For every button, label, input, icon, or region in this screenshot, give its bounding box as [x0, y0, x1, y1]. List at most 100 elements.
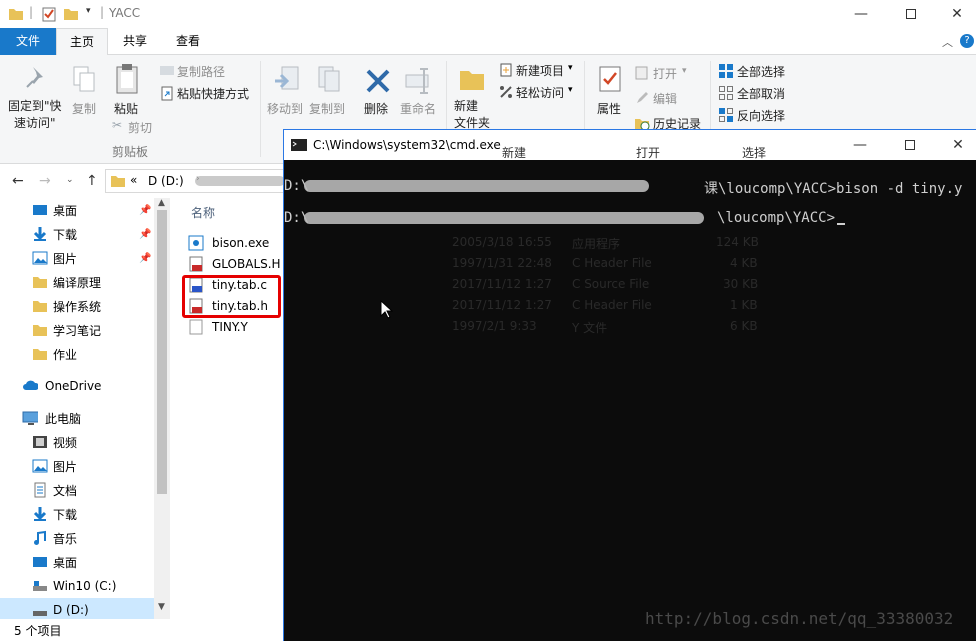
scroll-down-icon[interactable]: ▼: [158, 602, 165, 612]
help-icon[interactable]: ?: [960, 34, 974, 48]
column-header-name[interactable]: 名称: [191, 204, 215, 221]
copy-path-label: 复制路径: [177, 65, 226, 79]
move-to-icon: [275, 66, 299, 90]
c-header-file-icon: [189, 256, 203, 271]
paste-shortcut-button[interactable]: 粘贴快捷方式: [158, 84, 258, 102]
nav-item-downloads-quick[interactable]: 下载 📌: [0, 222, 154, 246]
address-drive-segment[interactable]: D (D:): [148, 174, 184, 188]
nav-item-onedrive[interactable]: OneDrive: [0, 374, 154, 398]
nav-item-folder-notes[interactable]: 学习笔记: [0, 318, 154, 342]
open-icon: [635, 66, 648, 80]
ghost-file-type: 应用程序: [572, 237, 621, 251]
copy-label: 复制: [72, 102, 97, 116]
navigation-pane: 桌面 📌 下载 📌 图片 📌 编译原理 操作系统 学习笔记 作业 OneDriv…: [0, 198, 170, 622]
ghost-file-date: 1997/2/1 9:33: [452, 319, 537, 333]
qat-separator: |: [29, 5, 34, 19]
nav-item-folder-homework[interactable]: 作业: [0, 342, 154, 366]
open-button[interactable]: 打开 ▾: [634, 64, 694, 82]
new-folder-qat-icon[interactable]: [63, 6, 79, 22]
delete-button[interactable]: 删除: [360, 65, 396, 125]
ghost-file-date: 2005/3/18 16:55: [452, 235, 552, 249]
rename-button[interactable]: 重命名: [400, 65, 440, 125]
cmd-title-bar[interactable]: C:\Windows\system32\cmd.exe — ✕: [284, 130, 976, 160]
select-all-button[interactable]: 全部选择: [718, 62, 798, 80]
properties-check-icon[interactable]: [41, 6, 57, 22]
invert-selection-button[interactable]: 反向选择: [718, 106, 798, 124]
folder-icon: [111, 176, 125, 187]
cmd-maximize-button[interactable]: [887, 130, 933, 160]
move-to-button[interactable]: 移动到: [266, 65, 306, 125]
explorer-title-bar: | ▾ | YACC — ✕: [0, 0, 976, 28]
tab-view[interactable]: 查看: [162, 28, 214, 55]
nav-item-documents[interactable]: 文档: [0, 478, 154, 502]
new-item-button[interactable]: 新建项目 ▾: [496, 61, 576, 79]
select-all-label: 全部选择: [737, 65, 786, 79]
nav-item-folder-compiler[interactable]: 编译原理: [0, 270, 154, 294]
back-arrow-icon[interactable]: ←: [12, 173, 24, 189]
up-arrow-icon[interactable]: ↑: [86, 173, 98, 189]
qat-dropdown-icon[interactable]: ▾: [86, 6, 91, 16]
nav-item-pictures[interactable]: 图片: [0, 454, 154, 478]
cmd-minimize-button[interactable]: —: [837, 130, 883, 160]
tab-home[interactable]: 主页: [56, 28, 108, 56]
nav-item-videos[interactable]: 视频: [0, 430, 154, 454]
copy-to-button[interactable]: 复制到: [307, 65, 349, 125]
redacted-path: [195, 176, 285, 186]
nav-label: 桌面: [53, 203, 78, 218]
ghost-file-date: 1997/1/31 22:48: [452, 256, 552, 270]
pin-quick-access-button[interactable]: 固定到"快 速访问": [6, 65, 64, 135]
cmd-close-button[interactable]: ✕: [935, 130, 976, 160]
collapse-ribbon-icon[interactable]: ︿: [942, 34, 953, 50]
nav-scrollbar-thumb[interactable]: [157, 210, 167, 494]
tab-file[interactable]: 文件: [0, 28, 56, 55]
cut-button[interactable]: ✂ 剪切: [108, 118, 168, 136]
new-folder-button[interactable]: 新建 文件夹: [452, 63, 496, 133]
nav-item-this-pc[interactable]: 此电脑: [0, 406, 154, 430]
ghost-file-size: 124 KB: [716, 235, 759, 249]
properties-icon: [599, 66, 621, 92]
download-icon: [33, 507, 47, 521]
nav-item-drive-c[interactable]: Win10 (C:): [0, 574, 154, 598]
edit-button[interactable]: 编辑: [634, 89, 694, 107]
file-row[interactable]: GLOBALS.H: [188, 253, 281, 274]
recent-dropdown-icon[interactable]: ⌄: [66, 175, 74, 185]
nav-label: OneDrive: [45, 379, 102, 393]
folder-icon: [33, 349, 47, 360]
select-none-button[interactable]: 全部取消: [718, 84, 798, 102]
nav-label: 操作系统: [53, 299, 102, 314]
ghost-group-select: 选择: [742, 146, 767, 160]
copy-path-button[interactable]: 复制路径: [158, 62, 258, 80]
copy-button[interactable]: 复制: [68, 65, 102, 125]
new-item-icon: [500, 63, 512, 77]
properties-button[interactable]: 属性: [592, 63, 628, 133]
address-overflow-chevron[interactable]: «: [130, 173, 137, 187]
paste-shortcut-label: 粘贴快捷方式: [177, 87, 250, 101]
ghost-file-date: 2017/11/12 1:27: [452, 277, 552, 291]
nav-item-desktop[interactable]: 桌面: [0, 550, 154, 574]
nav-item-music[interactable]: 音乐: [0, 526, 154, 550]
file-row[interactable]: bison.exe: [188, 232, 269, 253]
cmd-window[interactable]: C:\Windows\system32\cmd.exe — ✕ 2005/3/1…: [283, 129, 976, 641]
folder-icon: [33, 301, 47, 312]
redacted-path: [304, 212, 704, 224]
nav-label: 编译原理: [53, 275, 102, 290]
paste-button[interactable]: 粘贴: [108, 63, 148, 123]
maximize-button[interactable]: [888, 0, 934, 28]
redacted-path: [304, 180, 649, 192]
easy-access-button[interactable]: 轻松访问 ▾: [496, 83, 576, 101]
nav-item-desktop-quick[interactable]: 桌面 📌: [0, 198, 154, 222]
ghost-file-size: 30 KB: [723, 277, 759, 291]
new-folder-label: 新建 文件夹: [454, 99, 491, 130]
forward-arrow-icon[interactable]: →: [39, 173, 51, 189]
desktop-icon: [33, 557, 47, 567]
nav-item-downloads[interactable]: 下载: [0, 502, 154, 526]
minimize-button[interactable]: —: [838, 0, 884, 28]
qat-separator: |: [100, 5, 105, 19]
scissors-icon: ✂: [112, 118, 123, 132]
tab-share[interactable]: 共享: [109, 28, 161, 55]
nav-item-pictures-quick[interactable]: 图片 📌: [0, 246, 154, 270]
file-row[interactable]: TINY.Y: [188, 316, 248, 337]
scroll-up-icon[interactable]: ▲: [158, 198, 165, 208]
close-button[interactable]: ✕: [934, 0, 976, 28]
nav-item-folder-os[interactable]: 操作系统: [0, 294, 154, 318]
